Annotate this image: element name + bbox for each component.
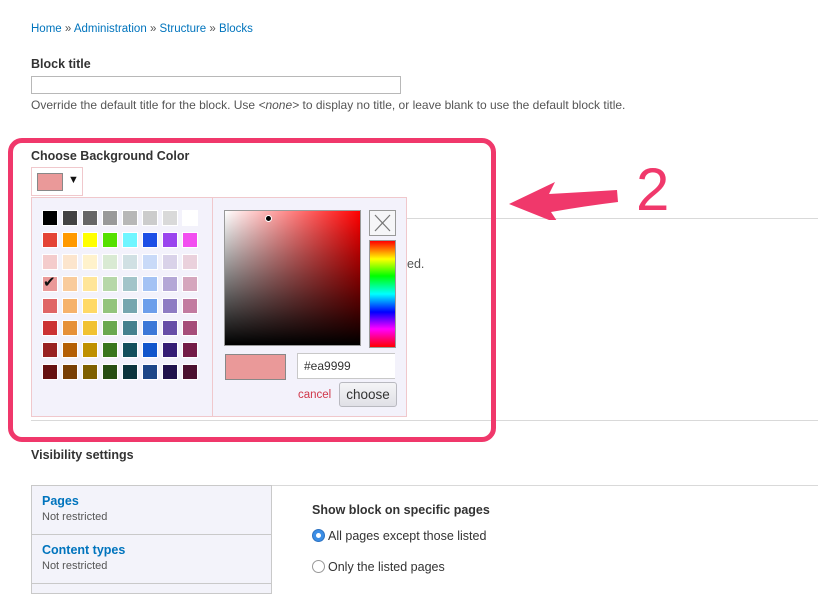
- radio-label: Only the listed pages: [328, 560, 445, 574]
- breadcrumb-separator: »: [209, 23, 216, 35]
- tab-summary: Not restricted: [42, 511, 108, 523]
- vertical-tabs: Pages Not restricted Content types Not r…: [31, 485, 272, 594]
- tab-pages[interactable]: Pages Not restricted: [32, 486, 271, 531]
- tab-content-types[interactable]: Content types Not restricted: [32, 535, 271, 580]
- tab-title: Pages: [42, 494, 79, 508]
- block-title-label: Block title: [31, 57, 91, 71]
- breadcrumb: Home » Administration » Structure » Bloc…: [31, 23, 253, 35]
- radio-label: All pages except those listed: [328, 529, 487, 543]
- annotation-arrow-icon: [509, 182, 618, 220]
- breadcrumb-separator: »: [149, 23, 157, 35]
- none-code: <none>: [258, 98, 300, 112]
- visibility-settings-label: Visibility settings: [31, 448, 134, 462]
- section-divider: [272, 485, 818, 486]
- block-title-description-before: Override the default title for the block…: [31, 98, 259, 112]
- tab-divider: [32, 583, 271, 584]
- breadcrumb-home-link[interactable]: Home: [31, 23, 62, 35]
- pages-heading: Show block on specific pages: [312, 503, 490, 517]
- radio-all-pages-except[interactable]: All pages except those listed: [312, 529, 486, 543]
- block-title-input[interactable]: [31, 76, 401, 94]
- annotation-number: 2: [636, 156, 670, 223]
- breadcrumb-separator: »: [64, 23, 72, 35]
- block-title-description-after: to display no title, or leave blank to u…: [299, 98, 626, 112]
- radio-button[interactable]: [312, 560, 325, 573]
- annotation-highlight-box: [8, 138, 496, 442]
- radio-only-listed-pages[interactable]: Only the listed pages: [312, 560, 445, 574]
- tab-title: Content types: [42, 543, 126, 557]
- radio-button[interactable]: [312, 529, 325, 542]
- breadcrumb-administration-link[interactable]: Administration: [74, 23, 147, 35]
- block-title-description: Override the default title for the block…: [31, 98, 625, 112]
- tab-summary: Not restricted: [42, 560, 108, 572]
- breadcrumb-blocks-link[interactable]: Blocks: [219, 23, 253, 35]
- breadcrumb-structure-link[interactable]: Structure: [160, 23, 207, 35]
